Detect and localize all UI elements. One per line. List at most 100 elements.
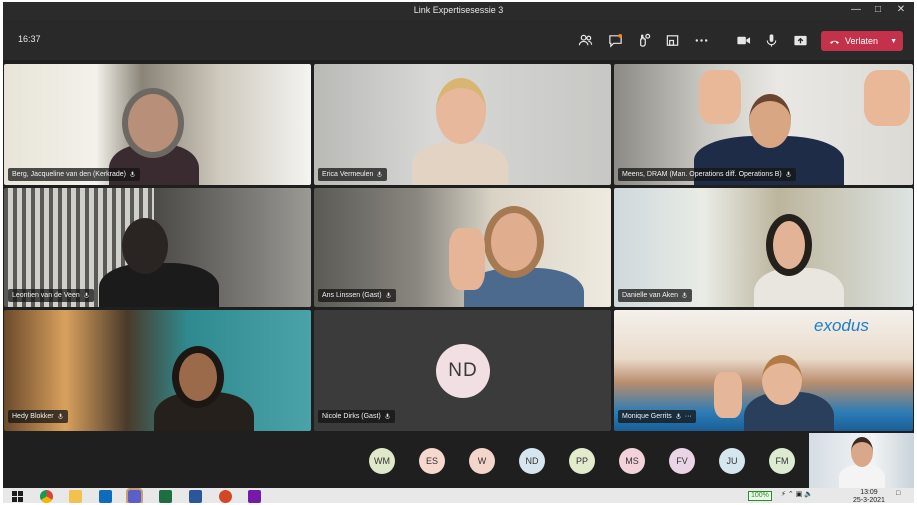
windows-logo: [12, 491, 23, 502]
participant-body: [754, 268, 844, 307]
mic-button[interactable]: [761, 30, 781, 50]
overflow-participants-strip: WM ES W ND PP MS FV JU FM: [3, 433, 914, 489]
word-icon[interactable]: [189, 490, 202, 503]
camera-icon: [736, 36, 750, 44]
volume-icon: 🔈: [804, 491, 813, 498]
excel-icon[interactable]: [159, 490, 172, 503]
rooms-icon: [666, 34, 678, 46]
participant-name: Hedy Blokker: [12, 413, 54, 420]
mic-icon: [766, 33, 776, 47]
chrome-icon[interactable]: [40, 490, 53, 503]
thumbs-up-hand: [864, 70, 910, 126]
battery-indicator[interactable]: 100%: [748, 491, 772, 501]
teams-icon[interactable]: [126, 488, 143, 503]
power-plug-icon: ⚡: [781, 491, 786, 498]
participant-body: [839, 465, 885, 489]
outlook-icon[interactable]: [99, 490, 112, 503]
leave-label: Verlaten: [845, 36, 879, 46]
participants-button[interactable]: [575, 30, 595, 50]
chevron-up-icon: ⌃: [787, 491, 794, 498]
participant-name-tag: Leontien van de Veen: [8, 289, 94, 302]
system-clock[interactable]: 13:09 25-3-2021: [853, 489, 885, 503]
participant-chip[interactable]: FV: [669, 448, 695, 474]
participant-name: Ans Linssen (Gast): [322, 292, 382, 299]
mic-icon: [84, 292, 89, 298]
teams-window: Link Expertisesessie 3 — □ ✕ 16:37 Verla…: [3, 2, 914, 503]
participant-name-tag: Danielle van Aken: [618, 289, 693, 302]
participant-chip[interactable]: W: [469, 448, 495, 474]
windows-start-icon[interactable]: [11, 490, 24, 503]
participant-head: [484, 206, 544, 278]
chat-button[interactable]: [605, 30, 625, 50]
participant-name: Monique Gerrits: [622, 413, 672, 420]
onenote-icon[interactable]: [248, 490, 261, 503]
participant-name-tag: Ans Linssen (Gast): [318, 289, 396, 302]
participant-body: [412, 142, 508, 185]
clock-date: 25-3-2021: [853, 497, 885, 503]
participant-head: [762, 355, 802, 405]
chat-icon: [608, 33, 622, 48]
mic-icon: [786, 171, 791, 177]
file-explorer-icon[interactable]: [69, 490, 82, 503]
mic-icon: [57, 413, 63, 419]
clock-time: 13:09: [860, 489, 878, 496]
mic-icon: [676, 413, 681, 419]
rooms-button[interactable]: [662, 30, 682, 50]
participant-chip[interactable]: JU: [719, 448, 745, 474]
participant-name: Erica Vermeulen: [322, 171, 374, 178]
participant-name-tag: Berg, Jacqueline van den (Kerkrade): [8, 168, 141, 181]
thumbs-up-hand: [699, 70, 741, 124]
participant-head: [172, 346, 224, 408]
participant-name-tag: Meens, DRAM (Man. Operations diff. Opera…: [618, 168, 796, 181]
participants-icon: [578, 34, 592, 45]
video-tile[interactable]: [614, 64, 913, 185]
camera-button[interactable]: [733, 30, 753, 50]
mic-icon: [385, 413, 390, 419]
participant-chip[interactable]: ND: [519, 448, 545, 474]
video-grid: ND exodus: [3, 60, 914, 433]
thumbs-up-hand: [449, 228, 485, 290]
participant-name: Nicole Dirks (Gast): [322, 413, 381, 420]
participant-head: [749, 94, 791, 148]
participant-name-tag: Nicole Dirks (Gast): [318, 410, 395, 423]
participant-chip[interactable]: PP: [569, 448, 595, 474]
close-button[interactable]: ✕: [890, 2, 912, 20]
share-button[interactable]: [790, 30, 810, 50]
participant-name-tag: Erica Vermeulen: [318, 168, 388, 181]
video-tile[interactable]: [4, 64, 311, 185]
mic-icon: [130, 171, 135, 177]
tray-icons[interactable]: ⚡ ⌃ ▣ 🔈: [781, 490, 813, 498]
meeting-timer: 16:37: [18, 34, 41, 44]
participant-body: [99, 263, 219, 307]
participant-chip[interactable]: MS: [619, 448, 645, 474]
thumbs-up-hand: [714, 372, 742, 418]
exodus-logo: exodus: [814, 316, 869, 335]
participant-name: Berg, Jacqueline van den (Kerkrade): [12, 171, 127, 178]
participant-head: [122, 218, 168, 274]
participant-chip[interactable]: WM: [369, 448, 395, 474]
self-view-video[interactable]: [809, 433, 914, 489]
mic-icon: [682, 292, 687, 298]
notifications-icon[interactable]: □: [896, 490, 900, 497]
powerpoint-icon[interactable]: [219, 490, 232, 503]
more-options-button[interactable]: [691, 30, 711, 50]
windows-taskbar: 100% ⚡ ⌃ ▣ 🔈 13:09 25-3-2021 □: [3, 488, 914, 503]
share-icon: [793, 35, 807, 45]
participant-head: [766, 214, 812, 276]
reactions-button[interactable]: [633, 30, 653, 50]
window-title: Link Expertisesessie 3: [413, 5, 504, 15]
chevron-down-icon[interactable]: ▼: [890, 38, 897, 45]
title-bar: Link Expertisesessie 3 — □ ✕: [3, 2, 914, 20]
video-tile[interactable]: [314, 64, 611, 185]
participant-head: [436, 78, 486, 144]
more-options-icon[interactable]: ···: [685, 413, 692, 420]
reactions-icon: [639, 33, 650, 47]
participant-chip[interactable]: FM: [769, 448, 795, 474]
maximize-button[interactable]: □: [867, 2, 889, 20]
participant-name: Danielle van Aken: [622, 292, 679, 299]
minimize-button[interactable]: —: [845, 2, 867, 20]
participant-chip[interactable]: ES: [419, 448, 445, 474]
leave-button[interactable]: Verlaten ▼: [821, 31, 903, 51]
mic-icon: [377, 171, 383, 177]
participant-name-tag: Monique Gerrits ···: [618, 410, 696, 423]
